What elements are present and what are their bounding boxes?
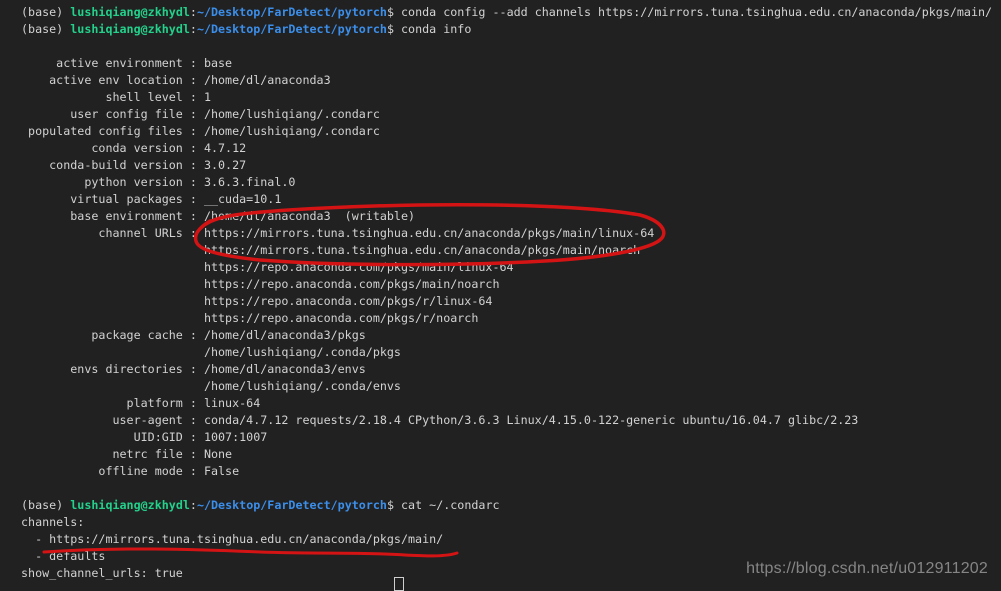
prompt-path: ~/Desktop/FarDetect/pytorch <box>197 5 387 19</box>
terminal-line: https://repo.anaconda.com/pkgs/r/linux-6… <box>21 293 1001 310</box>
terminal-line: shell level : 1 <box>21 89 1001 106</box>
prompt-env: (base) <box>21 22 70 36</box>
terminal-line: user config file : /home/lushiqiang/.con… <box>21 106 1001 123</box>
terminal-line: https://mirrors.tuna.tsinghua.edu.cn/ana… <box>21 242 1001 259</box>
terminal-line: active environment : base <box>21 55 1001 72</box>
prompt-colon: : <box>190 498 197 512</box>
blank-line <box>21 38 1001 55</box>
conda-info-output: active environment : base active env loc… <box>21 55 1001 480</box>
terminal-line: offline mode : False <box>21 463 1001 480</box>
prompt-dollar: $ <box>387 5 401 19</box>
watermark: https://blog.csdn.net/u012911202 <box>746 560 988 578</box>
terminal-line: conda version : 4.7.12 <box>21 140 1001 157</box>
prompt-env: (base) <box>21 5 70 19</box>
prompt-line-cat-condarc: (base) lushiqiang@zkhydl:~/Desktop/FarDe… <box>21 497 1001 514</box>
terminal-line: /home/lushiqiang/.conda/pkgs <box>21 344 1001 361</box>
command-cat-condarc: cat ~/.condarc <box>401 498 500 512</box>
terminal-line: UID:GID : 1007:1007 <box>21 429 1001 446</box>
terminal-line: /home/lushiqiang/.conda/envs <box>21 378 1001 395</box>
terminal-line: virtual packages : __cuda=10.1 <box>21 191 1001 208</box>
terminal-line: https://repo.anaconda.com/pkgs/main/linu… <box>21 259 1001 276</box>
prompt-dollar: $ <box>387 498 401 512</box>
terminal-line: user-agent : conda/4.7.12 requests/2.18.… <box>21 412 1001 429</box>
blank-line <box>21 480 1001 497</box>
terminal-line: populated config files : /home/lushiqian… <box>21 123 1001 140</box>
prompt-dollar: $ <box>387 22 401 36</box>
terminal-line: package cache : /home/dl/anaconda3/pkgs <box>21 327 1001 344</box>
terminal-line: - https://mirrors.tuna.tsinghua.edu.cn/a… <box>21 531 1001 548</box>
terminal-line: https://repo.anaconda.com/pkgs/main/noar… <box>21 276 1001 293</box>
terminal-line: conda-build version : 3.0.27 <box>21 157 1001 174</box>
terminal-line: python version : 3.6.3.final.0 <box>21 174 1001 191</box>
terminal-line: base environment : /home/dl/anaconda3 (w… <box>21 208 1001 225</box>
terminal-line: https://repo.anaconda.com/pkgs/r/noarch <box>21 310 1001 327</box>
prompt-user-host: lushiqiang@zkhydl <box>70 5 190 19</box>
prompt-colon: : <box>190 5 197 19</box>
command-conda-info: conda info <box>401 22 471 36</box>
terminal-line: platform : linux-64 <box>21 395 1001 412</box>
prompt-line-conda-config: (base) lushiqiang@zkhydl:~/Desktop/FarDe… <box>21 4 1001 21</box>
terminal-line: channel URLs : https://mirrors.tuna.tsin… <box>21 225 1001 242</box>
terminal-line: active env location : /home/dl/anaconda3 <box>21 72 1001 89</box>
terminal-line: channels: <box>21 514 1001 531</box>
terminal-line: envs directories : /home/dl/anaconda3/en… <box>21 361 1001 378</box>
prompt-path: ~/Desktop/FarDetect/pytorch <box>197 22 387 36</box>
prompt-colon: : <box>190 22 197 36</box>
terminal-line: netrc file : None <box>21 446 1001 463</box>
prompt-line-conda-info: (base) lushiqiang@zkhydl:~/Desktop/FarDe… <box>21 21 1001 38</box>
terminal-window[interactable]: (base) lushiqiang@zkhydl:~/Desktop/FarDe… <box>0 0 1001 584</box>
prompt-path: ~/Desktop/FarDetect/pytorch <box>197 498 387 512</box>
prompt-env: (base) <box>21 498 70 512</box>
prompt-user-host: lushiqiang@zkhydl <box>70 498 190 512</box>
command-conda-config: conda config --add channels https://mirr… <box>401 5 992 19</box>
prompt-user-host: lushiqiang@zkhydl <box>70 22 190 36</box>
terminal-cursor <box>394 577 404 591</box>
